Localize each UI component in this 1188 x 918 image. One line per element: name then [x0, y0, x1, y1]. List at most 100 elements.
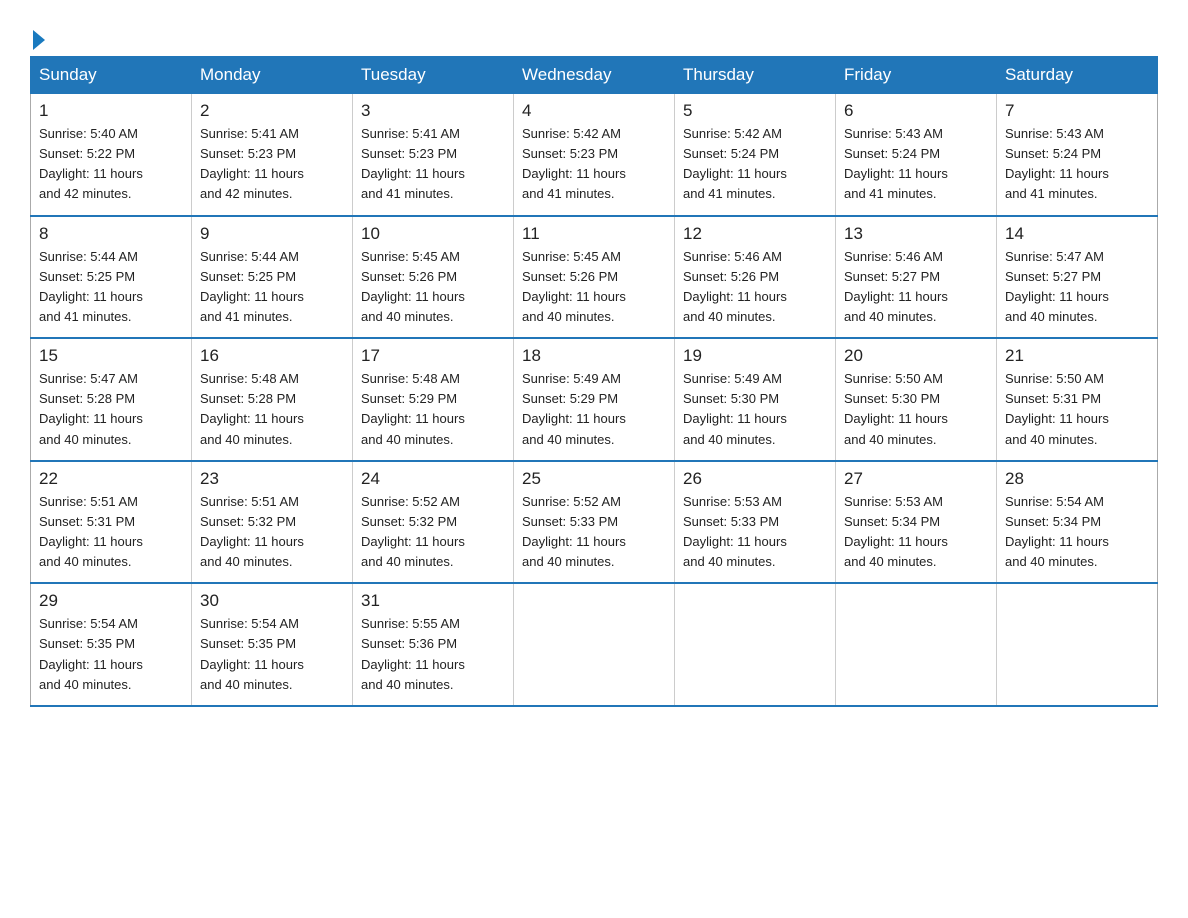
day-info: Sunrise: 5:49 AMSunset: 5:30 PMDaylight:…: [683, 369, 827, 450]
calendar-cell: 30 Sunrise: 5:54 AMSunset: 5:35 PMDayligh…: [192, 583, 353, 706]
calendar-cell: 22 Sunrise: 5:51 AMSunset: 5:31 PMDayligh…: [31, 461, 192, 584]
day-number: 13: [844, 224, 988, 244]
calendar-cell: [675, 583, 836, 706]
calendar-cell: 14 Sunrise: 5:47 AMSunset: 5:27 PMDayligh…: [997, 216, 1158, 339]
page-header: [30, 20, 1158, 42]
calendar-cell: 15 Sunrise: 5:47 AMSunset: 5:28 PMDayligh…: [31, 338, 192, 461]
day-number: 5: [683, 101, 827, 121]
calendar-cell: 6Sunrise: 5:43 AMSunset: 5:24 PMDaylight…: [836, 94, 997, 216]
day-info: Sunrise: 5:42 AMSunset: 5:23 PMDaylight:…: [522, 124, 666, 205]
day-info: Sunrise: 5:51 AMSunset: 5:32 PMDaylight:…: [200, 492, 344, 573]
day-info: Sunrise: 5:54 AMSunset: 5:35 PMDaylight:…: [200, 614, 344, 695]
day-number: 6: [844, 101, 988, 121]
day-number: 4: [522, 101, 666, 121]
calendar-week-row: 22 Sunrise: 5:51 AMSunset: 5:31 PMDayligh…: [31, 461, 1158, 584]
day-number: 2: [200, 101, 344, 121]
day-info: Sunrise: 5:52 AMSunset: 5:33 PMDaylight:…: [522, 492, 666, 573]
day-info: Sunrise: 5:53 AMSunset: 5:33 PMDaylight:…: [683, 492, 827, 573]
day-number: 19: [683, 346, 827, 366]
day-number: 22: [39, 469, 183, 489]
calendar-cell: 2 Sunrise: 5:41 AMSunset: 5:23 PMDaylight…: [192, 94, 353, 216]
calendar-cell: 8 Sunrise: 5:44 AMSunset: 5:25 PMDaylight…: [31, 216, 192, 339]
calendar-cell: 11 Sunrise: 5:45 AMSunset: 5:26 PMDayligh…: [514, 216, 675, 339]
day-number: 25: [522, 469, 666, 489]
day-number: 31: [361, 591, 505, 611]
day-number: 15: [39, 346, 183, 366]
day-info: Sunrise: 5:40 AMSunset: 5:22 PMDaylight:…: [39, 124, 183, 205]
header-friday: Friday: [836, 57, 997, 94]
day-number: 27: [844, 469, 988, 489]
day-number: 23: [200, 469, 344, 489]
day-info: Sunrise: 5:48 AMSunset: 5:28 PMDaylight:…: [200, 369, 344, 450]
header-monday: Monday: [192, 57, 353, 94]
calendar-cell: 27 Sunrise: 5:53 AMSunset: 5:34 PMDayligh…: [836, 461, 997, 584]
day-info: Sunrise: 5:47 AMSunset: 5:27 PMDaylight:…: [1005, 247, 1149, 328]
day-number: 18: [522, 346, 666, 366]
calendar-cell: 28 Sunrise: 5:54 AMSunset: 5:34 PMDayligh…: [997, 461, 1158, 584]
day-info: Sunrise: 5:45 AMSunset: 5:26 PMDaylight:…: [522, 247, 666, 328]
calendar-cell: [997, 583, 1158, 706]
header-thursday: Thursday: [675, 57, 836, 94]
day-info: Sunrise: 5:53 AMSunset: 5:34 PMDaylight:…: [844, 492, 988, 573]
calendar-cell: 10 Sunrise: 5:45 AMSunset: 5:26 PMDayligh…: [353, 216, 514, 339]
calendar-table: SundayMondayTuesdayWednesdayThursdayFrid…: [30, 56, 1158, 707]
logo: [30, 20, 48, 42]
day-info: Sunrise: 5:44 AMSunset: 5:25 PMDaylight:…: [39, 247, 183, 328]
day-info: Sunrise: 5:51 AMSunset: 5:31 PMDaylight:…: [39, 492, 183, 573]
calendar-header-row: SundayMondayTuesdayWednesdayThursdayFrid…: [31, 57, 1158, 94]
day-info: Sunrise: 5:50 AMSunset: 5:30 PMDaylight:…: [844, 369, 988, 450]
calendar-cell: 12 Sunrise: 5:46 AMSunset: 5:26 PMDayligh…: [675, 216, 836, 339]
day-number: 9: [200, 224, 344, 244]
calendar-cell: 16 Sunrise: 5:48 AMSunset: 5:28 PMDayligh…: [192, 338, 353, 461]
calendar-cell: 9 Sunrise: 5:44 AMSunset: 5:25 PMDaylight…: [192, 216, 353, 339]
day-info: Sunrise: 5:50 AMSunset: 5:31 PMDaylight:…: [1005, 369, 1149, 450]
calendar-cell: 20 Sunrise: 5:50 AMSunset: 5:30 PMDayligh…: [836, 338, 997, 461]
day-number: 14: [1005, 224, 1149, 244]
calendar-cell: 4 Sunrise: 5:42 AMSunset: 5:23 PMDaylight…: [514, 94, 675, 216]
day-info: Sunrise: 5:55 AMSunset: 5:36 PMDaylight:…: [361, 614, 505, 695]
calendar-cell: 29Sunrise: 5:54 AMSunset: 5:35 PMDayligh…: [31, 583, 192, 706]
calendar-week-row: 29Sunrise: 5:54 AMSunset: 5:35 PMDayligh…: [31, 583, 1158, 706]
day-number: 8: [39, 224, 183, 244]
day-info: Sunrise: 5:46 AMSunset: 5:27 PMDaylight:…: [844, 247, 988, 328]
day-number: 3: [361, 101, 505, 121]
day-number: 10: [361, 224, 505, 244]
header-saturday: Saturday: [997, 57, 1158, 94]
day-info: Sunrise: 5:41 AMSunset: 5:23 PMDaylight:…: [361, 124, 505, 205]
day-info: Sunrise: 5:41 AMSunset: 5:23 PMDaylight:…: [200, 124, 344, 205]
day-info: Sunrise: 5:43 AMSunset: 5:24 PMDaylight:…: [1005, 124, 1149, 205]
day-number: 17: [361, 346, 505, 366]
day-number: 20: [844, 346, 988, 366]
day-info: Sunrise: 5:52 AMSunset: 5:32 PMDaylight:…: [361, 492, 505, 573]
day-info: Sunrise: 5:42 AMSunset: 5:24 PMDaylight:…: [683, 124, 827, 205]
day-number: 12: [683, 224, 827, 244]
calendar-cell: 1 Sunrise: 5:40 AMSunset: 5:22 PMDaylight…: [31, 94, 192, 216]
calendar-cell: 7 Sunrise: 5:43 AMSunset: 5:24 PMDaylight…: [997, 94, 1158, 216]
calendar-cell: 21Sunrise: 5:50 AMSunset: 5:31 PMDayligh…: [997, 338, 1158, 461]
day-info: Sunrise: 5:47 AMSunset: 5:28 PMDaylight:…: [39, 369, 183, 450]
logo-arrow-icon: [33, 30, 45, 50]
calendar-cell: [836, 583, 997, 706]
day-number: 1: [39, 101, 183, 121]
day-number: 30: [200, 591, 344, 611]
calendar-cell: 19 Sunrise: 5:49 AMSunset: 5:30 PMDayligh…: [675, 338, 836, 461]
day-info: Sunrise: 5:48 AMSunset: 5:29 PMDaylight:…: [361, 369, 505, 450]
day-info: Sunrise: 5:46 AMSunset: 5:26 PMDaylight:…: [683, 247, 827, 328]
day-number: 11: [522, 224, 666, 244]
calendar-cell: 26 Sunrise: 5:53 AMSunset: 5:33 PMDayligh…: [675, 461, 836, 584]
day-info: Sunrise: 5:44 AMSunset: 5:25 PMDaylight:…: [200, 247, 344, 328]
calendar-cell: 5 Sunrise: 5:42 AMSunset: 5:24 PMDaylight…: [675, 94, 836, 216]
calendar-week-row: 1 Sunrise: 5:40 AMSunset: 5:22 PMDaylight…: [31, 94, 1158, 216]
header-wednesday: Wednesday: [514, 57, 675, 94]
day-number: 26: [683, 469, 827, 489]
day-number: 28: [1005, 469, 1149, 489]
day-info: Sunrise: 5:45 AMSunset: 5:26 PMDaylight:…: [361, 247, 505, 328]
day-number: 7: [1005, 101, 1149, 121]
day-info: Sunrise: 5:49 AMSunset: 5:29 PMDaylight:…: [522, 369, 666, 450]
calendar-cell: 13 Sunrise: 5:46 AMSunset: 5:27 PMDayligh…: [836, 216, 997, 339]
calendar-cell: [514, 583, 675, 706]
day-number: 16: [200, 346, 344, 366]
calendar-cell: 31 Sunrise: 5:55 AMSunset: 5:36 PMDayligh…: [353, 583, 514, 706]
day-info: Sunrise: 5:54 AMSunset: 5:34 PMDaylight:…: [1005, 492, 1149, 573]
calendar-cell: 3 Sunrise: 5:41 AMSunset: 5:23 PMDaylight…: [353, 94, 514, 216]
